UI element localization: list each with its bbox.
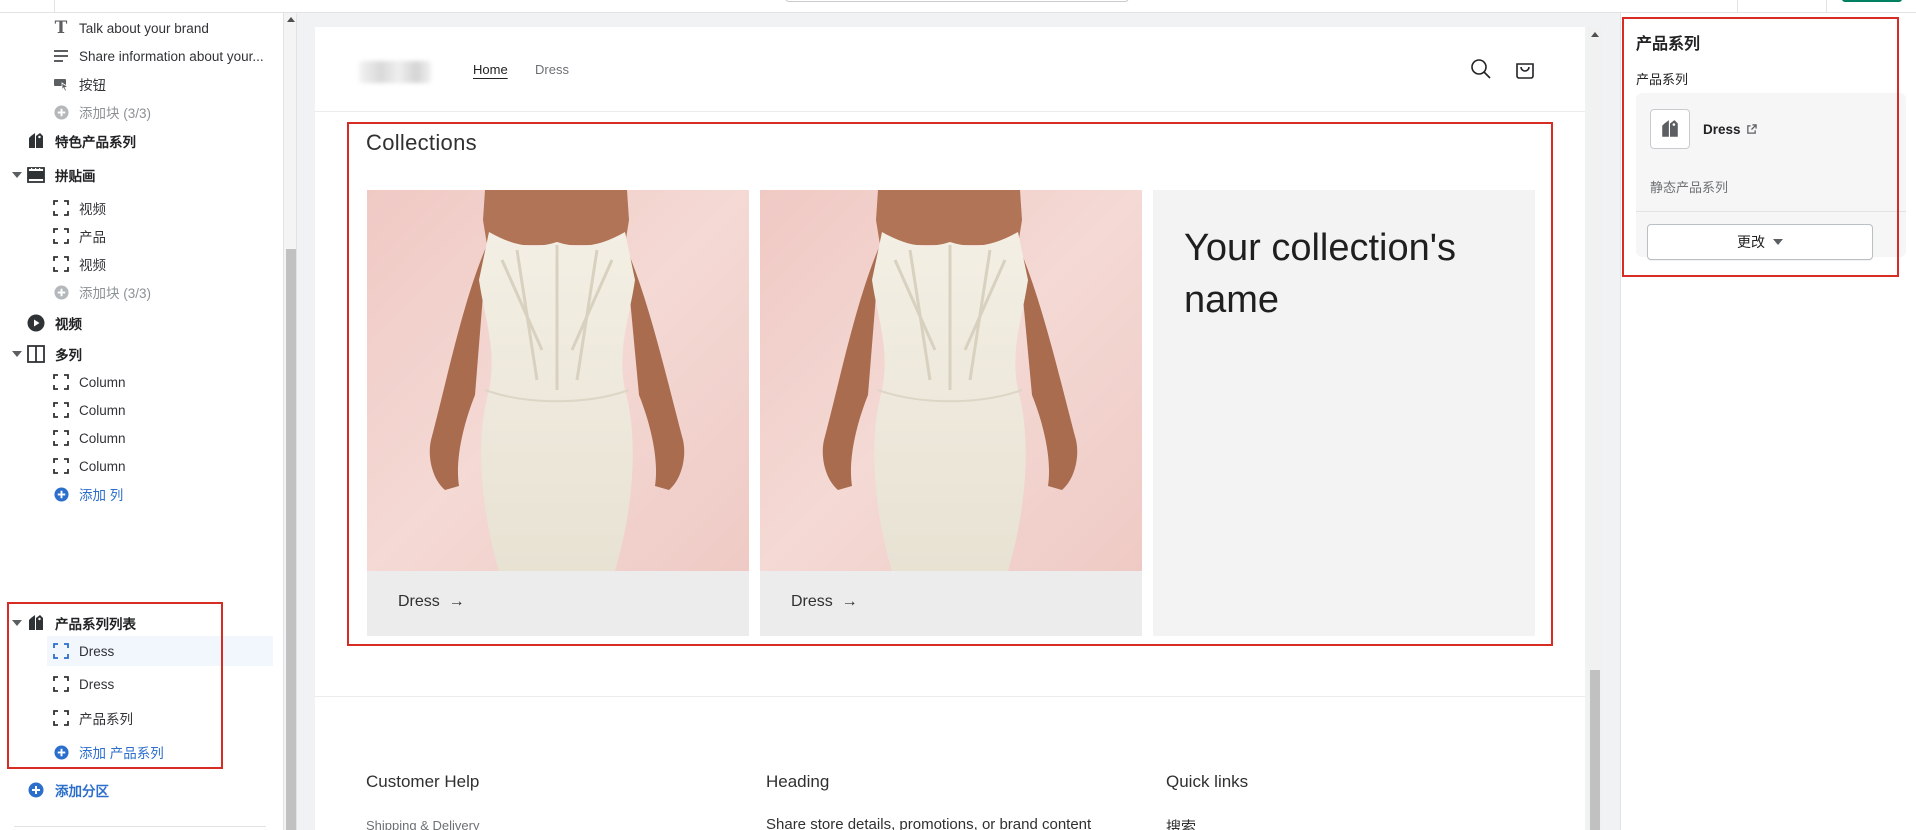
footer-heading: Heading [766, 772, 830, 791]
scrollbar-thumb[interactable] [286, 249, 296, 830]
sidebar-item-label: 视频 [79, 258, 106, 273]
chevron-down-icon[interactable] [12, 172, 22, 178]
sidebar-item-label: 添加分区 [55, 784, 109, 799]
collage-icon [26, 165, 46, 185]
cart-icon[interactable] [1513, 57, 1537, 81]
sidebar-item-label: 按钮 [79, 78, 106, 93]
sidebar-item-label: 添加 列 [79, 488, 124, 503]
placeholder-block-icon [51, 226, 71, 246]
sidebar-item-label: Column [79, 458, 126, 474]
section-multicolumn[interactable]: 多列 [0, 339, 280, 369]
add-section-button[interactable]: 添加分区 [0, 775, 280, 805]
section-divider [315, 696, 1585, 697]
block-video[interactable]: 视频 [0, 249, 280, 279]
footer-link[interactable]: Shipping & Delivery [366, 818, 479, 830]
section-featured-collection[interactable]: 特色产品系列 [0, 126, 280, 156]
scrollbar-thumb[interactable] [1590, 670, 1600, 830]
search-icon[interactable] [1469, 57, 1493, 81]
preview-scrollbar[interactable] [1588, 27, 1602, 830]
divider [14, 826, 266, 827]
plus-circle-icon [51, 282, 71, 302]
divider [1737, 0, 1738, 13]
page-selector[interactable] [785, 0, 1129, 2]
sidebar-item-label: Column [79, 374, 126, 390]
placeholder-block-icon [51, 372, 71, 392]
chevron-down-icon[interactable] [12, 351, 22, 357]
footer-link[interactable]: 搜索 [1166, 816, 1196, 830]
section-collage[interactable]: 拼贴画 [0, 160, 280, 190]
collection-icon [26, 131, 46, 151]
nav-link-dress[interactable]: Dress [535, 62, 569, 77]
add-column-button[interactable]: 添加 列 [0, 479, 280, 509]
play-circle-icon [26, 313, 46, 333]
sidebar-item-label: 拼贴画 [55, 169, 96, 184]
scroll-up-icon[interactable] [287, 17, 295, 22]
sidebar-item-label: 视频 [79, 202, 106, 217]
placeholder-block-icon [51, 428, 71, 448]
block-column[interactable]: Column [0, 423, 280, 453]
block-video[interactable]: 视频 [0, 193, 280, 223]
divider [54, 0, 55, 13]
header-divider [315, 111, 1585, 112]
theme-editor: T Talk about your brand Share informatio… [0, 0, 1916, 830]
block-text-brand[interactable]: T Talk about your brand [0, 13, 280, 43]
sidebar-item-label: 特色产品系列 [55, 135, 136, 150]
highlight-box [1622, 17, 1899, 277]
placeholder-block-icon [51, 254, 71, 274]
button-block-icon [51, 74, 71, 94]
store-logo[interactable] [359, 61, 431, 83]
add-block-button[interactable]: 添加块 (3/3) [0, 277, 280, 307]
sidebar-item-label: Column [79, 402, 126, 418]
top-bar [0, 0, 1916, 13]
footer-text: Share store details, promotions, or bran… [766, 816, 1092, 830]
placeholder-block-icon [51, 198, 71, 218]
plus-circle-icon [51, 484, 71, 504]
block-button[interactable]: 按钮 [0, 69, 280, 99]
divider [1826, 0, 1827, 13]
sidebar-item-label: 多列 [55, 348, 82, 363]
block-column[interactable]: Column [0, 367, 280, 397]
block-product[interactable]: 产品 [0, 221, 280, 251]
plus-circle-icon [26, 780, 46, 800]
sidebar-item-label: 产品 [79, 230, 106, 245]
placeholder-block-icon [51, 456, 71, 476]
add-block-button[interactable]: 添加块 (3/3) [0, 97, 280, 127]
save-button[interactable] [1842, 0, 1902, 2]
block-column[interactable]: Column [0, 395, 280, 425]
section-video[interactable]: 视频 [0, 308, 280, 338]
sidebar-item-label: Column [79, 430, 126, 446]
block-text-info[interactable]: Share information about your... [0, 41, 280, 71]
sidebar-scrollbar[interactable] [283, 13, 296, 830]
highlight-box [347, 122, 1553, 646]
block-column[interactable]: Column [0, 451, 280, 481]
sidebar-item-label: Share information about your... [79, 48, 264, 64]
sidebar-item-label: 添加块 (3/3) [79, 106, 152, 121]
text-icon: T [54, 18, 68, 38]
paragraph-icon [51, 46, 71, 66]
highlight-box [7, 602, 223, 769]
placeholder-block-icon [51, 400, 71, 420]
nav-link-home[interactable]: Home [473, 62, 508, 77]
footer-heading: Quick links [1166, 772, 1249, 791]
columns-icon [26, 344, 46, 364]
plus-circle-icon [51, 102, 71, 122]
sidebar-item-label: Talk about your brand [79, 20, 209, 36]
footer-heading: Customer Help [366, 772, 480, 791]
sidebar-item-label: 添加块 (3/3) [79, 286, 152, 301]
scroll-up-icon[interactable] [1591, 32, 1599, 37]
sidebar-item-label: 视频 [55, 317, 82, 332]
